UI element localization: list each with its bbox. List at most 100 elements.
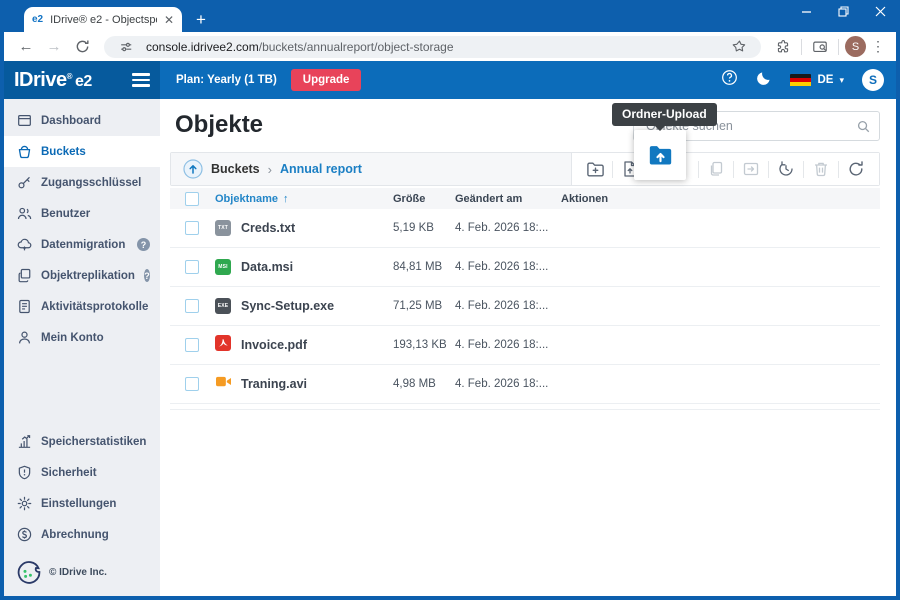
sidebar-item-activity-logs[interactable]: Aktivitätsprotokolle (4, 291, 160, 322)
sidebar-item-access-keys[interactable]: Zugangsschlüssel (4, 167, 160, 198)
sidebar-item-settings[interactable]: Einstellungen (4, 488, 160, 519)
column-header-name[interactable]: Objektname↑ (215, 193, 393, 205)
folder-upload-icon[interactable] (647, 142, 674, 169)
sidebar-item-billing[interactable]: Abrechnung (4, 519, 160, 550)
row-checkbox[interactable] (185, 377, 199, 391)
sidebar-item-security[interactable]: Sicherheit (4, 457, 160, 488)
folder-upload-tooltip: Ordner-Upload (612, 103, 717, 126)
row-checkbox[interactable] (185, 338, 199, 352)
column-header-modified[interactable]: Geändert am (455, 193, 561, 205)
sidebar-item-label: Einstellungen (41, 498, 116, 510)
sidebar-item-dashboard[interactable]: Dashboard (4, 105, 160, 136)
toolbar-divider (733, 161, 734, 178)
table-row[interactable]: TXT Creds.txt 5,19 KB 4. Feb. 2026 18:..… (170, 209, 880, 248)
forward-icon[interactable]: → (42, 38, 66, 55)
sidebar-item-label: Aktivitätsprotokolle (41, 301, 148, 313)
breadcrumb-current-bucket[interactable]: Annual report (280, 162, 362, 176)
help-badge[interactable]: ? (144, 269, 150, 282)
move-button[interactable] (739, 157, 763, 181)
new-tab-button[interactable]: + (196, 11, 206, 28)
sidebar-item-buckets[interactable]: Buckets (4, 136, 160, 167)
folder-upload-hover-panel[interactable] (634, 130, 686, 180)
bucket-icon (17, 144, 32, 159)
sidebar-item-data-migration[interactable]: Datenmigration ? (4, 229, 160, 260)
browser-menu-icon[interactable]: ⋮ (870, 38, 886, 55)
dark-mode-moon-icon[interactable] (756, 70, 772, 91)
language-selector[interactable]: DE ▾ (790, 74, 844, 87)
address-bar[interactable]: console.idrivee2.com/buckets/annualrepor… (104, 36, 761, 58)
row-checkbox[interactable] (185, 299, 199, 313)
column-header-size[interactable]: Größe (393, 193, 455, 205)
breadcrumb: Buckets › Annual report (171, 153, 571, 185)
help-badge[interactable]: ? (137, 238, 150, 251)
billing-dollar-icon (17, 527, 32, 542)
table-row[interactable]: MSI Data.msi 84,81 MB 4. Feb. 2026 18:..… (170, 248, 880, 287)
e2-favicon: e2 (32, 14, 43, 25)
stats-chart-icon (17, 434, 32, 449)
search-icon[interactable] (856, 119, 871, 134)
object-size: 84,81 MB (393, 261, 455, 273)
row-checkbox[interactable] (185, 221, 199, 235)
sidebar-item-label: Sicherheit (41, 467, 97, 479)
select-all-checkbox[interactable] (185, 192, 199, 206)
object-name[interactable]: Traning.avi (241, 377, 393, 391)
table-row[interactable]: EXE Sync-Setup.exe 71,25 MB 4. Feb. 2026… (170, 287, 880, 326)
sidebar-footer: © IDrive Inc. (4, 550, 160, 594)
bookmark-star-icon[interactable] (727, 35, 751, 59)
refresh-button[interactable] (844, 157, 868, 181)
hamburger-menu-icon[interactable] (132, 73, 150, 87)
replication-icon (17, 268, 32, 283)
language-code: DE (817, 74, 833, 86)
copy-button[interactable] (704, 157, 728, 181)
object-size: 5,19 KB (393, 222, 455, 234)
breadcrumb-buckets-link[interactable]: Buckets (211, 162, 260, 176)
users-icon (17, 206, 32, 221)
help-icon[interactable] (721, 69, 738, 91)
back-icon[interactable]: ← (14, 38, 38, 55)
extensions-icon[interactable] (771, 35, 795, 59)
sort-ascending-icon[interactable]: ↑ (283, 193, 289, 205)
url-text[interactable]: console.idrivee2.com/buckets/annualrepor… (146, 40, 719, 54)
table-row[interactable]: Invoice.pdf 193,13 KB 4. Feb. 2026 18:..… (170, 326, 880, 365)
object-modified: 4. Feb. 2026 18:... (455, 339, 561, 351)
sidebar-item-label: Buckets (41, 146, 86, 158)
delete-button[interactable] (809, 157, 833, 181)
search-tabs-icon[interactable] (808, 35, 832, 59)
account-avatar[interactable]: S (862, 69, 884, 91)
txt-file-icon: TXT (215, 220, 231, 236)
upgrade-button[interactable]: Upgrade (291, 69, 362, 91)
object-name[interactable]: Sync-Setup.exe (241, 299, 393, 313)
object-name[interactable]: Invoice.pdf (241, 338, 393, 352)
sidebar-item-label: Zugangsschlüssel (41, 177, 141, 189)
idrive-logo-mark (16, 559, 42, 585)
table-row[interactable]: Traning.avi 4,98 MB 4. Feb. 2026 18:... (170, 365, 880, 404)
object-modified: 4. Feb. 2026 18:... (455, 261, 561, 273)
object-name[interactable]: Data.msi (241, 260, 393, 274)
up-level-icon[interactable] (183, 159, 203, 179)
browser-tab[interactable]: e2 IDrive® e2 - Objectspeicher ✕ (24, 7, 182, 32)
sidebar-item-storage-stats[interactable]: Speicherstatistiken (4, 426, 160, 457)
logo-reg-mark: ® (67, 72, 72, 81)
object-name[interactable]: Creds.txt (241, 221, 393, 235)
restore-history-button[interactable] (774, 157, 798, 181)
tab-close-icon[interactable]: ✕ (164, 14, 174, 26)
minimize-button[interactable] (801, 6, 812, 17)
sidebar-item-users[interactable]: Benutzer (4, 198, 160, 229)
close-window-button[interactable] (875, 6, 886, 17)
sidebar-item-object-replication[interactable]: Objektreplikation ? (4, 260, 160, 291)
toolbar-divider (803, 161, 804, 178)
sidebar-item-my-account[interactable]: Mein Konto (4, 322, 160, 353)
sidebar-item-label: Benutzer (41, 208, 90, 220)
copyright-text: © IDrive Inc. (49, 567, 107, 578)
table-end-border (170, 404, 880, 410)
restore-button[interactable] (838, 6, 849, 17)
browser-profile-avatar[interactable]: S (845, 36, 866, 57)
site-settings-icon[interactable] (114, 35, 138, 59)
main-content: Objekte Ordner-Upload (160, 99, 896, 596)
reload-icon[interactable] (70, 39, 94, 54)
sidebar-item-label: Speicherstatistiken (41, 436, 146, 448)
column-header-actions: Aktionen (561, 193, 880, 205)
create-folder-button[interactable] (583, 157, 607, 181)
row-checkbox[interactable] (185, 260, 199, 274)
video-file-icon (215, 374, 241, 394)
